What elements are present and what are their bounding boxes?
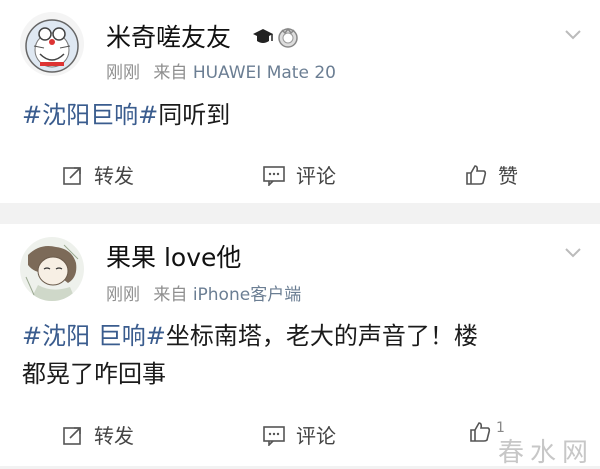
post-meta: 刚刚 来自 HUAWEI Mate 20: [106, 62, 336, 84]
comment-button[interactable]: 评论: [262, 420, 336, 449]
post-source[interactable]: iPhone客户端: [193, 285, 301, 305]
post-meta: 刚刚 来自 iPhone客户端: [106, 284, 301, 306]
graduate-cap-icon: [252, 26, 274, 52]
weibo-post-1: 米奇嗟友友 刚刚 来自 HUAWEI Mate 20 #沈阳巨响#同听到 转发: [0, 0, 600, 203]
repost-label: 转发: [94, 164, 134, 188]
comment-label: 评论: [296, 424, 336, 448]
repost-button[interactable]: 转发: [62, 420, 134, 449]
comment-icon: [263, 425, 285, 446]
post-source[interactable]: HUAWEI Mate 20: [193, 63, 336, 83]
avatar[interactable]: [20, 237, 84, 301]
post-text-rest: 坐标南塔，老大的声音了！楼: [165, 322, 478, 350]
thumbs-up-icon: [470, 422, 491, 442]
weibo-post-2: 果果 love他 刚刚 来自 iPhone客户端 #沈阳 巨响#坐标南塔，老大的…: [0, 224, 600, 468]
repost-icon: [63, 426, 81, 445]
topic-tag[interactable]: #沈阳巨响#: [22, 101, 158, 129]
username[interactable]: 米奇嗟友友: [106, 23, 231, 53]
comment-icon: [263, 165, 285, 186]
topic-tag[interactable]: #沈阳 巨响#: [22, 322, 166, 350]
repost-label: 转发: [94, 424, 134, 448]
thumbs-up-icon: [466, 164, 487, 185]
avatar[interactable]: [20, 12, 84, 76]
repost-button[interactable]: 转发: [62, 160, 134, 189]
post-text: #沈阳巨响#同听到: [22, 96, 230, 134]
comment-button[interactable]: 评论: [262, 160, 336, 189]
post-text-rest: 同听到: [158, 101, 231, 129]
post-time: 刚刚: [106, 63, 140, 83]
source-prefix: 来自: [153, 63, 188, 83]
source-prefix: 来自: [153, 285, 188, 305]
vip-badge-icon: [276, 25, 300, 53]
post-time: 刚刚: [106, 285, 140, 305]
comment-label: 评论: [296, 164, 336, 188]
watermark: 春水网: [497, 438, 594, 468]
chevron-down-icon[interactable]: [563, 242, 583, 262]
repost-icon: [63, 166, 81, 185]
like-button[interactable]: 赞: [464, 160, 518, 189]
post-text: #沈阳 巨响#坐标南塔，老大的声音了！楼 都晃了咋回事: [22, 317, 478, 393]
username[interactable]: 果果 love他: [106, 243, 241, 273]
chevron-down-icon[interactable]: [563, 24, 583, 44]
post-text-line-1: #沈阳 巨响#坐标南塔，老大的声音了！楼: [22, 317, 478, 355]
post-text-line-2: 都晃了咋回事: [22, 360, 166, 388]
like-label: 赞: [498, 164, 518, 188]
